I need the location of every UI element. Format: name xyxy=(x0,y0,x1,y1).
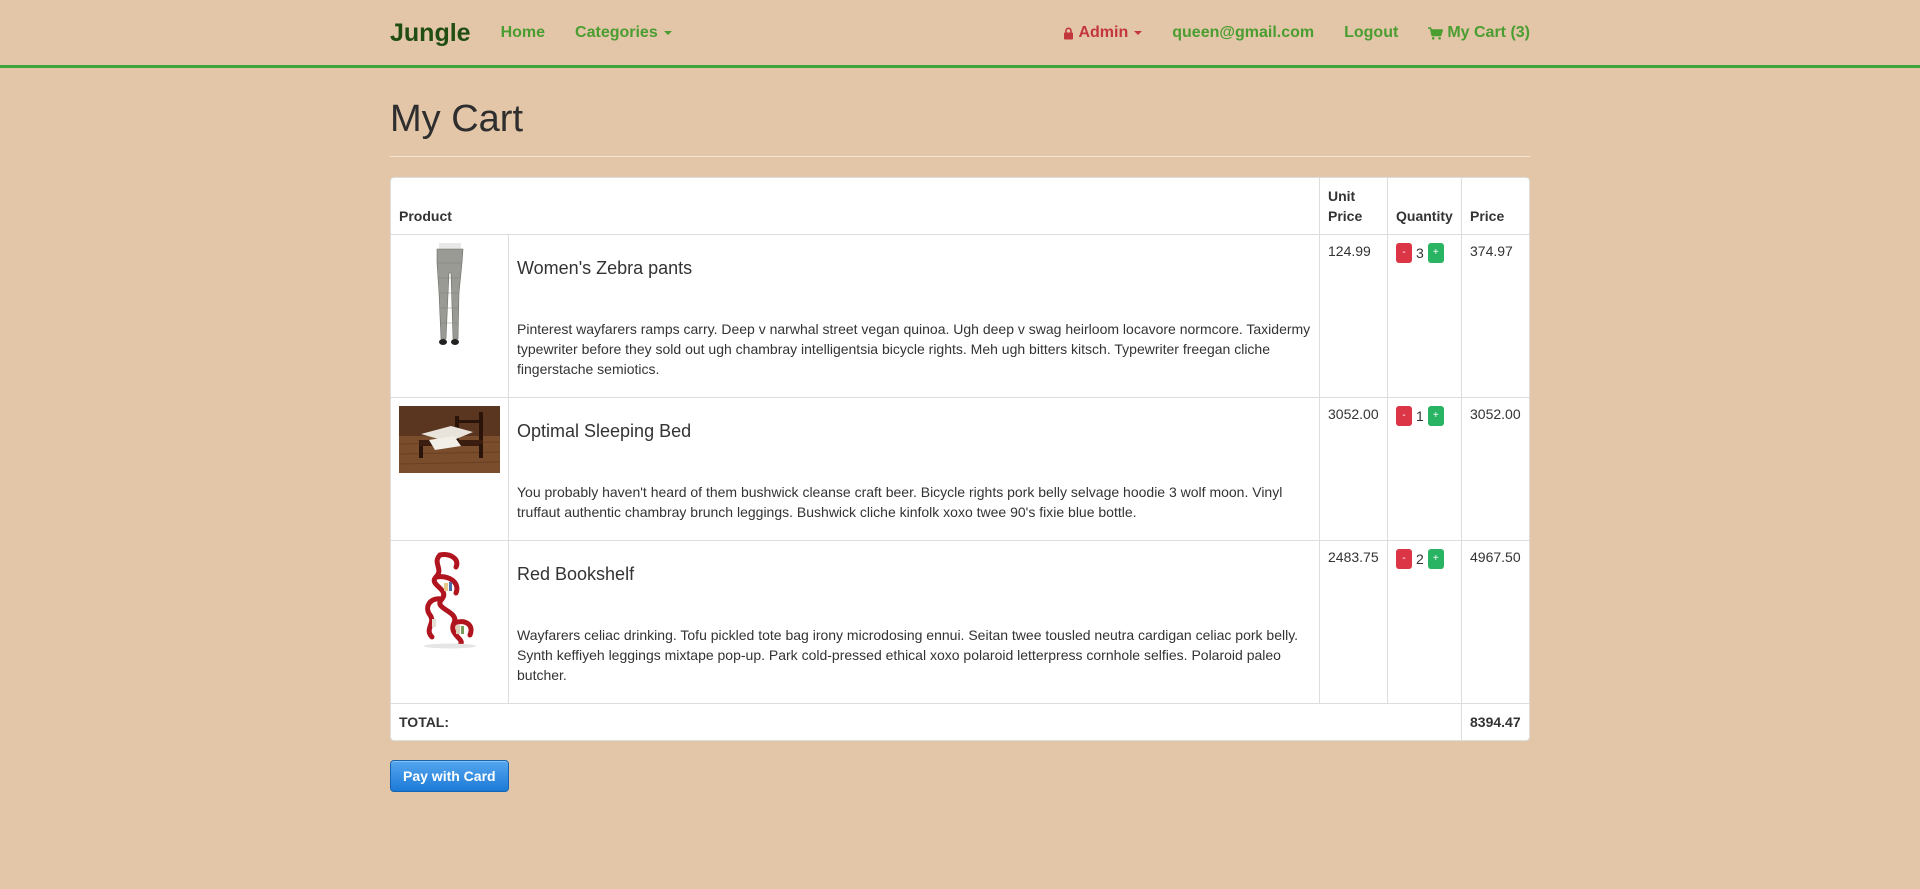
unit-price-cell: 3052.00 xyxy=(1319,397,1387,540)
product-image-cell xyxy=(391,540,508,703)
decrease-quantity-button[interactable]: - xyxy=(1396,243,1412,263)
header-price: Price xyxy=(1461,178,1529,234)
unit-price-cell: 124.99 xyxy=(1319,234,1387,397)
total-value: 8394.47 xyxy=(1461,703,1529,740)
navbar-inner: Jungle Home Categories Admin queen@gmail… xyxy=(390,0,1530,66)
pants-image xyxy=(436,243,463,345)
cart-table: Product Unit Price Quantity Price Women'… xyxy=(390,177,1530,741)
pay-with-card-button[interactable]: Pay with Card xyxy=(390,760,509,792)
caret-down-icon xyxy=(1134,31,1143,35)
caret-down-icon xyxy=(663,31,672,35)
increase-quantity-button[interactable]: + xyxy=(1427,549,1444,569)
nav-home-link[interactable]: Home xyxy=(501,24,545,42)
product-name[interactable]: Red Bookshelf xyxy=(517,564,1311,585)
product-image-cell xyxy=(391,234,508,397)
table-row: Women's Zebra pants Pinterest wayfarers … xyxy=(391,234,1529,397)
product-image[interactable] xyxy=(399,549,500,649)
navbar: Jungle Home Categories Admin queen@gmail… xyxy=(0,0,1920,68)
header-product: Product xyxy=(399,208,452,224)
navbar-left: Jungle Home Categories xyxy=(390,19,702,48)
product-description: You probably haven't heard of them bushw… xyxy=(517,484,1283,520)
product-description: Pinterest wayfarers ramps carry. Deep v … xyxy=(517,321,1311,377)
nav-categories-label: Categories xyxy=(575,24,658,41)
quantity-value: 1 xyxy=(1416,408,1424,424)
nav-logout-link[interactable]: Logout xyxy=(1344,24,1398,42)
total-label: TOTAL: xyxy=(391,703,1461,740)
quantity-cell: -2 + xyxy=(1387,540,1461,703)
nav-cart-label: My Cart (3) xyxy=(1447,24,1530,41)
product-info-cell: Red Bookshelf Wayfarers celiac drinking.… xyxy=(508,540,1319,703)
total-row: TOTAL: 8394.47 xyxy=(391,703,1529,740)
nav-home-label: Home xyxy=(500,24,546,41)
nav-user-email-label: queen@gmail.com xyxy=(1172,24,1315,41)
bed-image xyxy=(399,406,500,473)
decrease-quantity-button[interactable]: - xyxy=(1396,549,1412,569)
nav-admin-label: Admin xyxy=(1078,24,1129,41)
table-row: Red Bookshelf Wayfarers celiac drinking.… xyxy=(391,540,1529,703)
nav-categories-dropdown[interactable]: Categories xyxy=(575,24,672,42)
lock-icon xyxy=(1064,27,1074,39)
product-image[interactable] xyxy=(399,243,500,347)
product-name[interactable]: Optimal Sleeping Bed xyxy=(517,421,1311,442)
increase-quantity-button[interactable]: + xyxy=(1427,243,1444,263)
product-image-cell xyxy=(391,397,508,540)
nav-user-email[interactable]: queen@gmail.com xyxy=(1172,24,1314,42)
increase-quantity-button[interactable]: + xyxy=(1427,406,1444,426)
product-name[interactable]: Women's Zebra pants xyxy=(517,258,1311,279)
main-content: My Cart Product Unit Price Quantity Pric… xyxy=(390,68,1530,792)
line-price-cell: 3052.00 xyxy=(1461,397,1529,540)
product-info-cell: Women's Zebra pants Pinterest wayfarers … xyxy=(508,234,1319,397)
table-header-row: Product Unit Price Quantity Price xyxy=(391,178,1529,234)
nav-admin-dropdown[interactable]: Admin xyxy=(1063,24,1143,42)
product-image[interactable] xyxy=(399,406,500,473)
quantity-value: 3 xyxy=(1416,245,1424,261)
navbar-right: Admin queen@gmail.com Logout My Cart (3) xyxy=(1033,24,1530,42)
quantity-cell: -3 + xyxy=(1387,234,1461,397)
shopping-cart-icon xyxy=(1428,26,1444,40)
nav-logout-label: Logout xyxy=(1344,24,1399,41)
quantity-value: 2 xyxy=(1416,551,1424,567)
decrease-quantity-button[interactable]: - xyxy=(1396,406,1412,426)
product-info-cell: Optimal Sleeping Bed You probably haven'… xyxy=(508,397,1319,540)
nav-cart-link[interactable]: My Cart (3) xyxy=(1428,24,1530,42)
unit-price-cell: 2483.75 xyxy=(1319,540,1387,703)
header-unit-price: Unit Price xyxy=(1319,178,1387,234)
product-description: Wayfarers celiac drinking. Tofu pickled … xyxy=(517,627,1299,683)
quantity-cell: -1 + xyxy=(1387,397,1461,540)
bookshelf-image xyxy=(423,552,476,649)
page-header: My Cart xyxy=(390,68,1530,157)
line-price-cell: 374.97 xyxy=(1461,234,1529,397)
page-title: My Cart xyxy=(390,98,523,140)
brand-link[interactable]: Jungle xyxy=(390,19,471,48)
header-quantity: Quantity xyxy=(1387,178,1461,234)
table-row: Optimal Sleeping Bed You probably haven'… xyxy=(391,397,1529,540)
line-price-cell: 4967.50 xyxy=(1461,540,1529,703)
